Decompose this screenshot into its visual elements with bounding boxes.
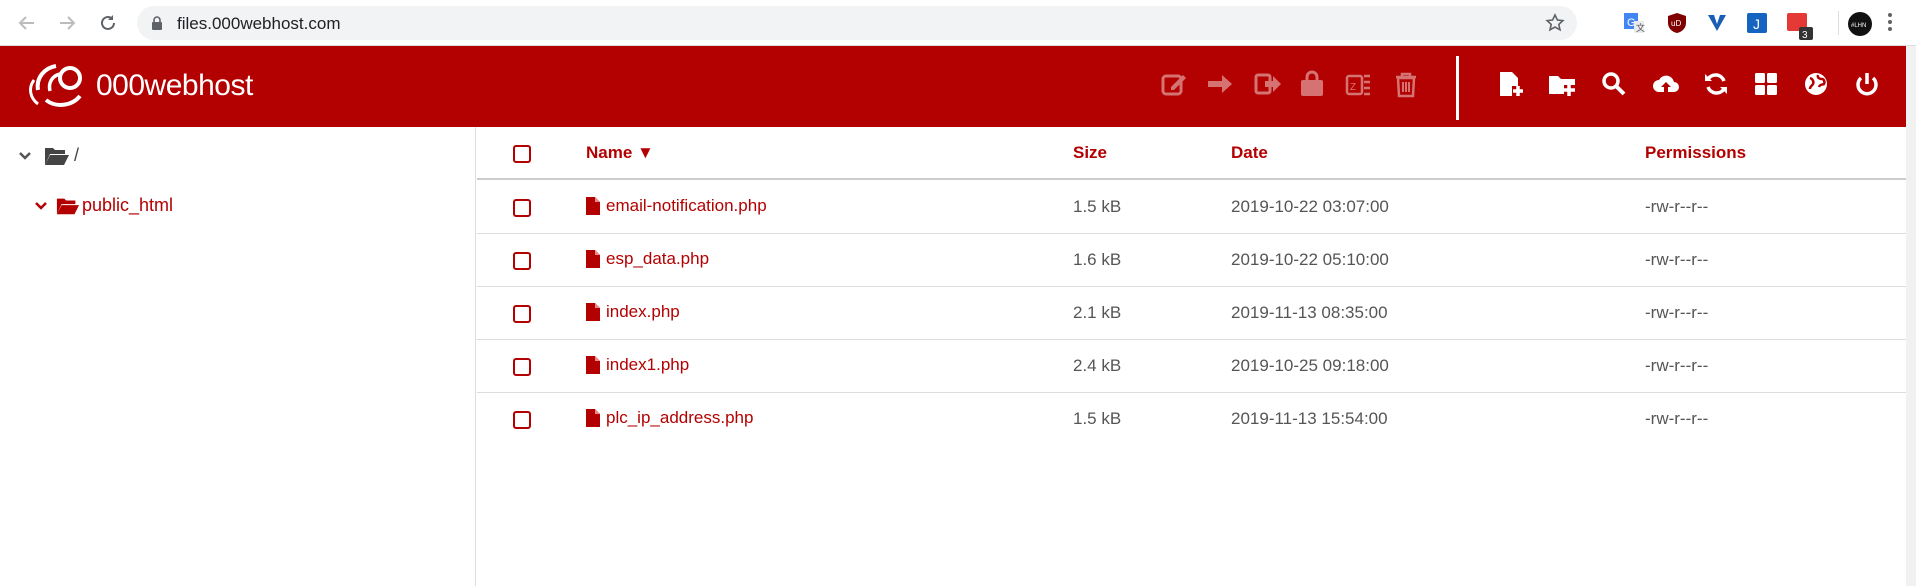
logo-swirl-icon [29, 64, 82, 107]
file-size: 1.6 kB [1073, 250, 1122, 269]
row-checkbox[interactable] [513, 305, 531, 323]
file-name[interactable]: esp_data.php [606, 249, 709, 269]
forward-icon[interactable] [55, 11, 79, 35]
file-name-link[interactable]: plc_ip_address.php [586, 408, 753, 428]
file-date: 2019-11-13 15:54:00 [1231, 409, 1388, 428]
file-date: 2019-10-22 05:10:00 [1231, 250, 1389, 269]
table-row[interactable]: index1.php 2.4 kB 2019-10-25 09:18:00 -r… [477, 340, 1906, 393]
row-checkbox[interactable] [513, 199, 531, 217]
table-row[interactable]: esp_data.php 1.6 kB 2019-10-22 05:10:00 … [477, 234, 1906, 287]
file-name-link[interactable]: email-notification.php [586, 196, 767, 216]
column-header-name[interactable]: Name ▼ [586, 143, 654, 163]
new-folder-icon[interactable] [1546, 68, 1578, 100]
file-permissions: -rw-r--r-- [1645, 356, 1709, 375]
toolbar-divider [1456, 56, 1459, 120]
file-name-link[interactable]: index1.php [586, 355, 689, 375]
profile-avatar[interactable]: #LHN [1838, 11, 1874, 36]
file-size: 2.1 kB [1073, 303, 1122, 322]
file-icon [586, 250, 600, 268]
brand-name: 000webhost [96, 69, 253, 102]
reload-icon[interactable] [96, 11, 120, 35]
row-checkbox[interactable] [513, 252, 531, 270]
file-size: 1.5 kB [1073, 409, 1122, 428]
table-row[interactable]: plc_ip_address.php 1.5 kB 2019-11-13 15:… [477, 393, 1906, 446]
address-bar[interactable]: files.000webhost.com [137, 6, 1577, 40]
search-icon[interactable] [1598, 68, 1630, 100]
file-date: 2019-10-25 09:18:00 [1231, 356, 1389, 375]
file-name[interactable]: index.php [606, 302, 680, 322]
rename-icon[interactable] [1252, 68, 1284, 100]
tree-root[interactable]: / [18, 145, 79, 166]
power-icon[interactable] [1851, 68, 1883, 100]
column-header-date[interactable]: Date [1231, 143, 1268, 163]
file-permissions: -rw-r--r-- [1645, 409, 1709, 428]
file-icon [586, 409, 600, 427]
lock-icon [152, 16, 162, 30]
column-header-size[interactable]: Size [1073, 143, 1107, 163]
svg-text:Z: Z [1350, 82, 1356, 93]
table-header: Name ▼ Size Date Permissions [477, 127, 1906, 180]
table-row[interactable]: email-notification.php 1.5 kB 2019-10-22… [477, 181, 1906, 234]
file-permissions: -rw-r--r-- [1645, 250, 1709, 269]
file-name[interactable]: index1.php [606, 355, 689, 375]
tree-item-label: public_html [82, 195, 174, 215]
file-size: 2.4 kB [1073, 356, 1122, 375]
file-permissions: -rw-r--r-- [1645, 197, 1709, 216]
column-header-permissions[interactable]: Permissions [1645, 143, 1746, 163]
file-name-link[interactable]: esp_data.php [586, 249, 709, 269]
svg-text:#LHN: #LHN [1851, 23, 1866, 29]
file-date: 2019-10-22 03:07:00 [1231, 197, 1389, 216]
url-text: files.000webhost.com [177, 14, 341, 33]
ublock-extension-icon[interactable]: uD [1665, 11, 1689, 35]
page-scrollbar[interactable] [1906, 46, 1916, 586]
delete-icon[interactable] [1390, 68, 1422, 100]
file-name[interactable]: email-notification.php [606, 196, 767, 216]
file-name[interactable]: plc_ip_address.php [606, 408, 753, 428]
tree-item-public-html[interactable]: public_html [34, 195, 173, 216]
translate-extension-icon[interactable]: G文 [1622, 11, 1646, 35]
file-icon [586, 303, 600, 321]
browser-toolbar: files.000webhost.com G文 uD J 3 #LHN [0, 0, 1916, 46]
file-name-link[interactable]: index.php [586, 302, 680, 322]
extract-icon[interactable]: Z [1342, 68, 1374, 100]
back-icon[interactable] [15, 11, 39, 35]
move-icon[interactable] [1204, 68, 1236, 100]
upload-icon[interactable] [1650, 68, 1682, 100]
edit-icon[interactable] [1158, 68, 1190, 100]
svg-text:J: J [1753, 16, 1760, 32]
row-checkbox[interactable] [513, 358, 531, 376]
svg-text:文: 文 [1636, 22, 1645, 33]
file-size: 1.5 kB [1073, 197, 1122, 216]
select-all-checkbox[interactable] [513, 145, 531, 163]
table-row[interactable]: index.php 2.1 kB 2019-11-13 08:35:00 -rw… [477, 287, 1906, 340]
folder-open-icon [45, 147, 69, 165]
row-checkbox[interactable] [513, 411, 531, 429]
file-date: 2019-11-13 08:35:00 [1231, 303, 1388, 322]
chevron-down-icon[interactable] [34, 199, 48, 213]
todoist-extension-icon[interactable]: 3 [1785, 11, 1813, 41]
new-file-icon[interactable] [1495, 68, 1527, 100]
extension-j-icon[interactable]: J [1745, 11, 1769, 35]
folder-open-icon [56, 198, 80, 214]
globe-icon[interactable] [1800, 68, 1832, 100]
file-permissions: -rw-r--r-- [1645, 303, 1709, 322]
file-icon [586, 356, 600, 374]
chevron-down-icon[interactable] [18, 149, 32, 163]
permissions-icon[interactable] [1296, 68, 1328, 100]
app-header: 000webhost Z [0, 46, 1906, 127]
logo[interactable]: 000webhost [26, 60, 253, 112]
svg-text:uD: uD [1671, 19, 1681, 28]
grid-view-icon[interactable] [1750, 68, 1782, 100]
vimium-extension-icon[interactable] [1705, 11, 1729, 35]
file-table: Name ▼ Size Date Permissions email-notif… [477, 127, 1906, 586]
menu-dots-icon[interactable] [1887, 12, 1893, 37]
tree-root-label: / [74, 145, 80, 165]
refresh-icon[interactable] [1700, 68, 1732, 100]
folder-tree: / public_html [0, 127, 476, 586]
file-icon [586, 197, 600, 215]
bookmark-star-icon[interactable] [1545, 13, 1565, 33]
svg-text:3: 3 [1802, 30, 1808, 41]
